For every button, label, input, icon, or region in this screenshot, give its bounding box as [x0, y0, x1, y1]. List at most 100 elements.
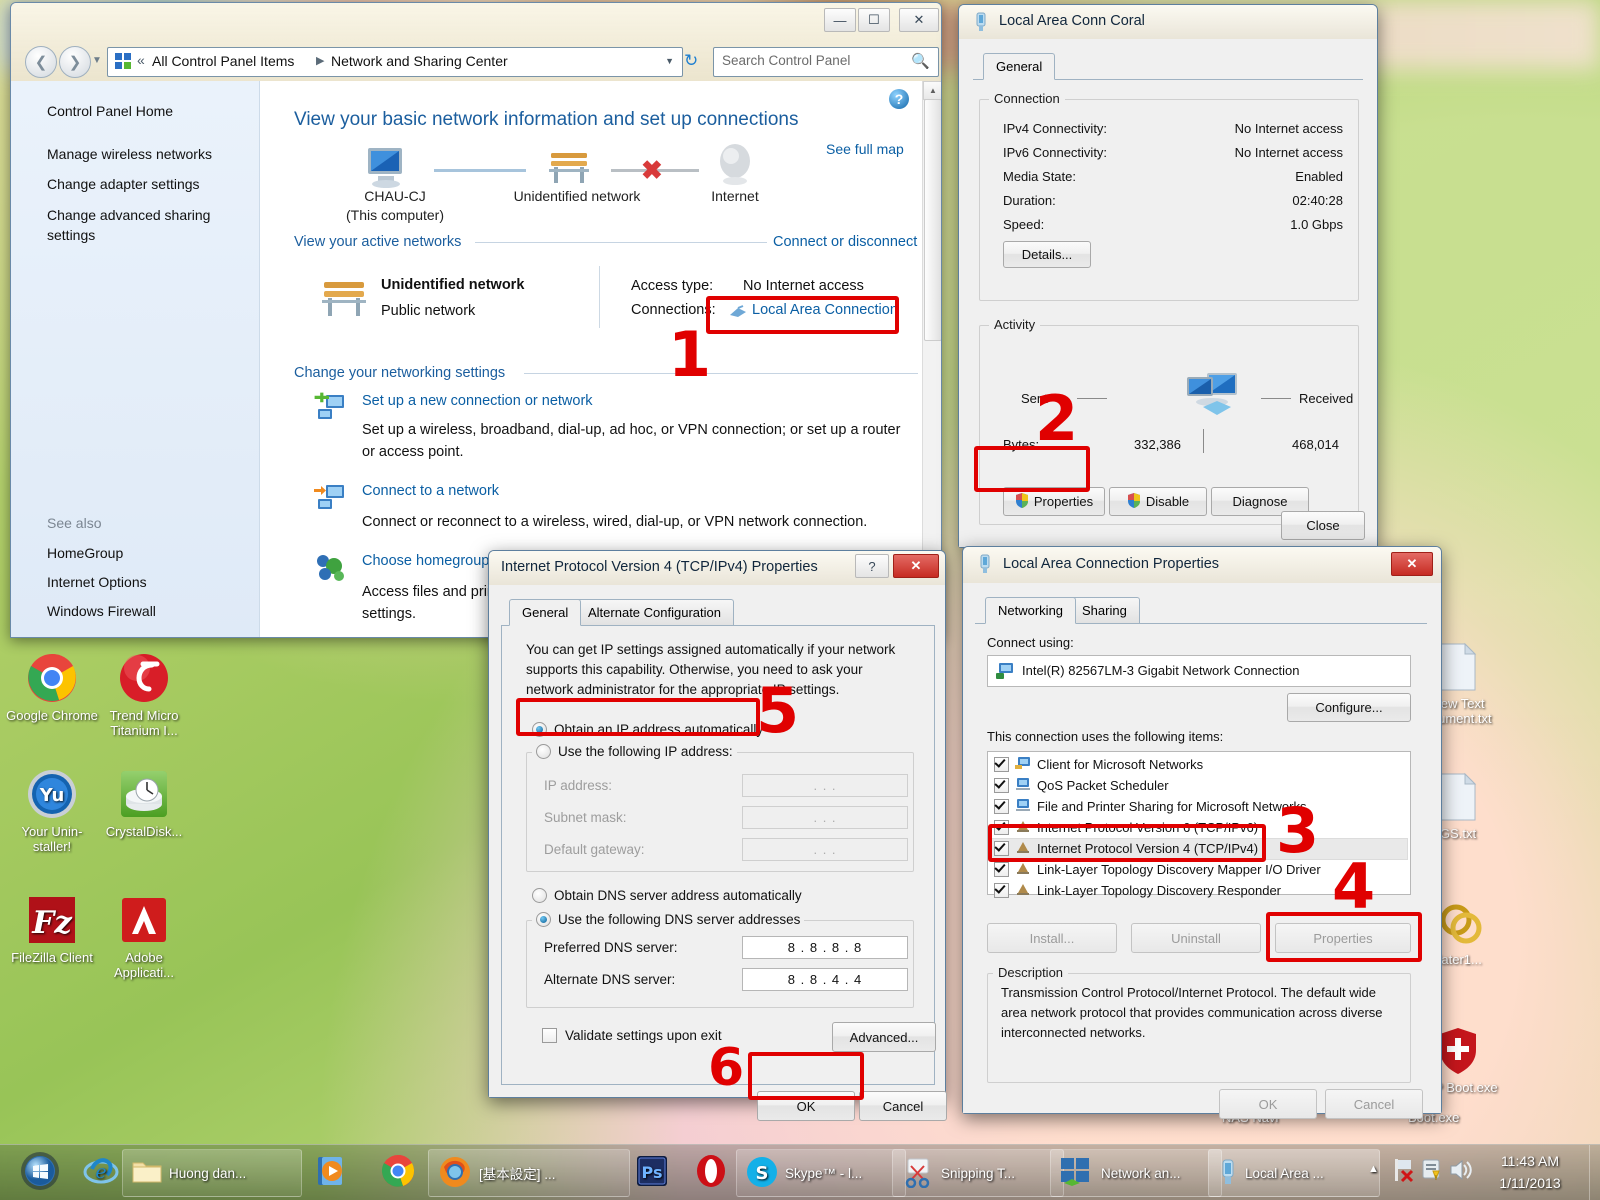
sidebar-item-change-advanced-sharing-settings[interactable]: Change advanced sharing settings	[47, 205, 227, 245]
taskbar-item-skype[interactable]: S Skype™ - l...	[736, 1149, 906, 1197]
close-button[interactable]: ✕	[899, 8, 939, 32]
close-button-ipv4[interactable]: ✕	[893, 554, 939, 578]
forward-button[interactable]: ❯	[59, 46, 91, 78]
item-checkbox[interactable]	[994, 757, 1009, 772]
network-items-list[interactable]: Client for Microsoft Networks QoS Packet…	[987, 751, 1411, 898]
help-button-ipv4[interactable]: ?	[855, 554, 889, 578]
refresh-icon[interactable]: ↻	[684, 51, 698, 71]
search-box[interactable]: Search Control Panel 🔍	[713, 47, 939, 77]
radio-indicator[interactable]	[532, 722, 547, 737]
list-item[interactable]: Link-Layer Topology Discovery Responder	[994, 882, 1281, 899]
sidebar-item-manage-wireless-networks[interactable]: Manage wireless networks	[47, 146, 212, 162]
ipv4-ok-button[interactable]: OK	[757, 1091, 855, 1121]
item-checkbox[interactable]	[994, 883, 1009, 898]
sidebar-item-homegroup[interactable]: HomeGroup	[47, 545, 123, 561]
taskbar-item-huong-dan[interactable]: Huong dan...	[122, 1149, 302, 1197]
back-button[interactable]: ❮	[25, 46, 57, 78]
network-sharing-center-window[interactable]: — ☐ ✕ ❮ ❯ ▼ « All Control Panel Items ▶ …	[10, 2, 942, 638]
network-flag-icon[interactable]	[1392, 1157, 1416, 1186]
volume-icon[interactable]	[1448, 1157, 1472, 1186]
recent-pages-dropdown[interactable]: ▼	[92, 55, 102, 66]
tab-networking[interactable]: Networking	[985, 597, 1077, 624]
taskbar-item-firefox[interactable]: [基本設定] ...	[428, 1149, 630, 1197]
this-computer-icon[interactable]	[364, 145, 424, 191]
radio-obtain-dns-auto[interactable]: Obtain DNS server address automatically	[532, 888, 802, 903]
desktop-icon-chrome[interactable]: Google Chrome	[4, 652, 100, 723]
item-checkbox[interactable]	[994, 778, 1009, 793]
desktop-icon-your-uninstaller[interactable]: Yu Your Unin-staller!	[4, 768, 100, 854]
help-icon[interactable]: ?	[889, 89, 909, 109]
lac-properties-button[interactable]: Properties	[1275, 923, 1411, 953]
show-desktop-button[interactable]	[1589, 1145, 1600, 1200]
taskbar-chrome[interactable]	[360, 1149, 436, 1195]
radio-obtain-ip-auto[interactable]: Obtain an IP address automatically	[532, 722, 763, 737]
adapter-field[interactable]: Intel(R) 82567LM-3 Gigabit Network Conne…	[987, 655, 1411, 687]
ipv4-cancel-button[interactable]: Cancel	[859, 1091, 947, 1121]
validate-settings-checkbox[interactable]: Validate settings upon exit	[542, 1028, 722, 1043]
see-full-map-link[interactable]: See full map	[826, 141, 904, 157]
tab-general[interactable]: General	[983, 53, 1056, 80]
taskbar-opera[interactable]	[678, 1149, 744, 1195]
alternate-dns-input[interactable]: 8 . 8 . 4 . 4	[742, 968, 908, 991]
breadcrumb-item-all-control-panel-items[interactable]: All Control Panel Items	[152, 53, 294, 69]
details-button[interactable]: Details...	[1003, 241, 1091, 268]
address-bar[interactable]: « All Control Panel Items ▶ Network and …	[107, 47, 683, 77]
radio-use-following-ip[interactable]: Use the following IP address:	[532, 744, 737, 759]
disable-button[interactable]: Disable	[1109, 487, 1207, 516]
sidebar-item-internet-options[interactable]: Internet Options	[47, 574, 147, 590]
list-item[interactable]: Internet Protocol Version 6 (TCP/IPv6)	[994, 819, 1258, 836]
list-item[interactable]: File and Printer Sharing for Microsoft N…	[994, 798, 1306, 815]
unidentified-network-icon[interactable]	[547, 143, 593, 190]
task-title-setup-new-connection[interactable]: Set up a new connection or network	[362, 393, 593, 409]
breadcrumb-item-network-sharing-center[interactable]: Network and Sharing Center	[331, 53, 508, 69]
internet-globe-icon[interactable]	[715, 141, 755, 190]
task-title-connect-to-network[interactable]: Connect to a network	[362, 483, 499, 499]
scroll-thumb[interactable]	[924, 99, 941, 341]
status-properties-button[interactable]: Properties	[1003, 487, 1105, 516]
radio-indicator[interactable]	[536, 912, 551, 927]
tab-general-ipv4[interactable]: General	[509, 599, 582, 626]
taskbar-windows-media-player[interactable]	[292, 1149, 370, 1195]
sidebar-item-control-panel-home[interactable]: Control Panel Home	[47, 103, 173, 119]
taskbar-item-snipping-tool[interactable]: Snipping T...	[892, 1149, 1064, 1197]
lac-cancel-button[interactable]: Cancel	[1325, 1089, 1423, 1119]
desktop-icon-adobe[interactable]: Adobe Applicati...	[96, 894, 192, 980]
configure-button[interactable]: Configure...	[1287, 693, 1411, 722]
sidebar-item-change-adapter-settings[interactable]: Change adapter settings	[47, 176, 200, 192]
local-area-connection-status-dialog[interactable]: Local Area Conn Coral General Connection…	[958, 4, 1378, 548]
close-button-lac[interactable]: ✕	[1391, 552, 1433, 576]
task-title-choose-homegroup[interactable]: Choose homegroup	[362, 553, 489, 569]
radio-indicator[interactable]	[532, 888, 547, 903]
desktop-icon-filezilla[interactable]: Fz FileZilla Client	[4, 894, 100, 965]
default-gateway-input[interactable]: . . .	[742, 838, 908, 861]
item-checkbox[interactable]	[994, 841, 1009, 856]
radio-use-following-dns[interactable]: Use the following DNS server addresses	[532, 912, 805, 927]
item-checkbox[interactable]	[994, 799, 1009, 814]
maximize-button[interactable]: ☐	[858, 8, 890, 32]
radio-indicator[interactable]	[536, 744, 551, 759]
lac-ok-button[interactable]: OK	[1219, 1089, 1317, 1119]
list-item[interactable]: Internet Protocol Version 4 (TCP/IPv4)	[994, 840, 1258, 857]
clock-time[interactable]: 11:43 AM	[1480, 1153, 1580, 1169]
search-icon[interactable]: 🔍	[911, 52, 930, 70]
taskbar[interactable]: e Huong dan... [基本設定] ... Ps S Skype™ - …	[0, 1144, 1600, 1200]
checkbox-indicator[interactable]	[542, 1028, 557, 1043]
list-item[interactable]: QoS Packet Scheduler	[994, 777, 1169, 794]
preferred-dns-input[interactable]: 8 . 8 . 8 . 8	[742, 936, 908, 959]
local-area-connection-link[interactable]: Local Area Connection	[752, 302, 898, 318]
item-checkbox[interactable]	[994, 862, 1009, 877]
desktop-icon-crystaldisk[interactable]: CrystalDisk...	[96, 768, 192, 839]
connect-or-disconnect-link[interactable]: Connect or disconnect	[773, 234, 917, 250]
chevron-down-icon[interactable]: ▼	[665, 56, 674, 66]
uninstall-button[interactable]: Uninstall	[1131, 923, 1261, 953]
advanced-button[interactable]: Advanced...	[832, 1022, 936, 1052]
close-button-status[interactable]: Close	[1281, 511, 1365, 540]
minimize-button[interactable]: —	[824, 8, 856, 32]
ipv4-tabstrip[interactable]: General Alternate Configuration	[501, 599, 931, 626]
lac-tabstrip[interactable]: Networking Sharing	[975, 597, 1427, 624]
list-item[interactable]: Link-Layer Topology Discovery Mapper I/O…	[994, 861, 1321, 878]
sidebar-item-windows-firewall[interactable]: Windows Firewall	[47, 603, 156, 619]
subnet-mask-input[interactable]: . . .	[742, 806, 908, 829]
item-checkbox[interactable]	[994, 820, 1009, 835]
ip-address-input[interactable]: . . .	[742, 774, 908, 797]
